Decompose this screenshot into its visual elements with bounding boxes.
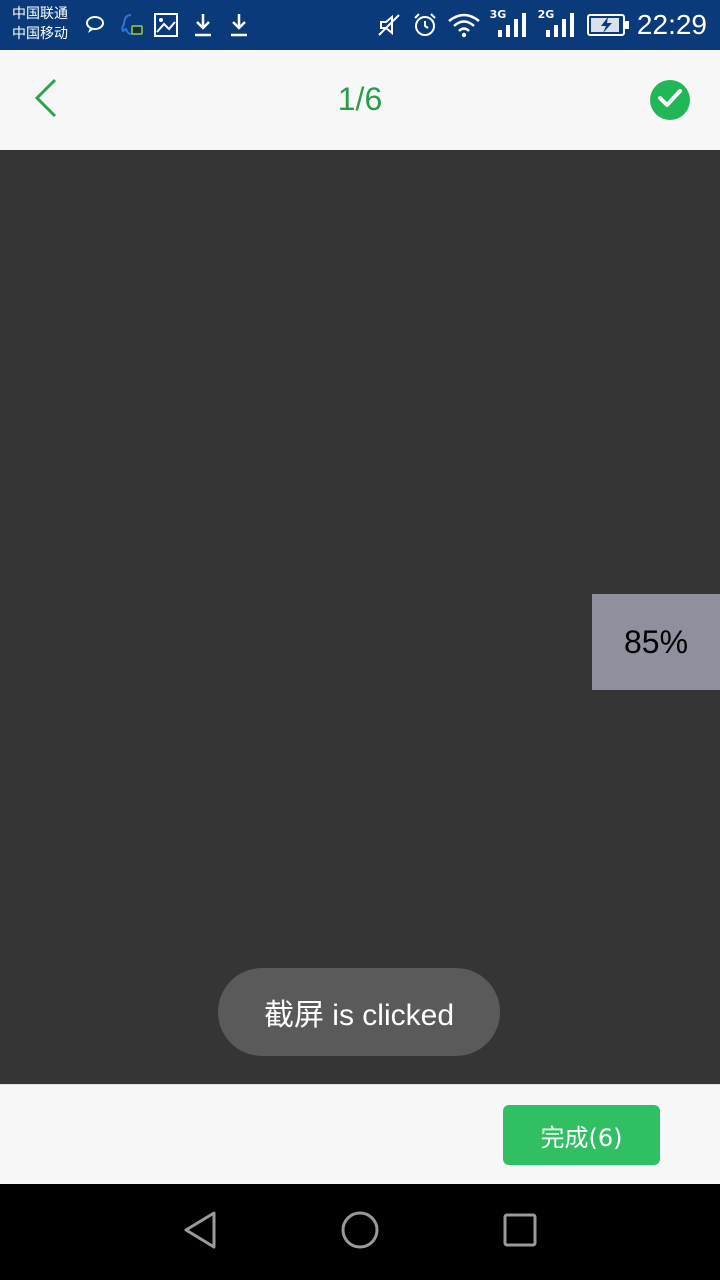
signal-icon <box>544 12 576 38</box>
signal-icon <box>496 12 528 38</box>
bottom-action-bar: 完成(6) <box>0 1084 720 1185</box>
status-bar: 中国联通 中国移动 3G 2G 22:29 <box>0 0 720 50</box>
carrier-2: 中国移动 <box>12 26 68 42</box>
system-navigation-bar <box>0 1184 720 1280</box>
zoom-percent-label: 85% <box>592 594 720 690</box>
download-icon <box>192 12 214 38</box>
nav-home-button[interactable] <box>338 1210 382 1254</box>
done-button[interactable]: 完成(6) <box>503 1105 660 1165</box>
qq-icon <box>118 12 144 38</box>
image-icon <box>153 12 179 38</box>
carrier-1: 中国联通 <box>12 6 68 22</box>
chat-bubble-icon <box>84 12 106 38</box>
nav-back-button[interactable] <box>178 1210 222 1254</box>
clock: 22:29 <box>636 9 707 40</box>
download-icon <box>228 12 250 38</box>
back-triangle-icon <box>182 1210 218 1254</box>
battery-charging-icon <box>586 12 630 38</box>
select-check-button[interactable] <box>650 80 690 120</box>
page-indicator: 1/6 <box>337 81 383 117</box>
image-preview-area[interactable]: 85% <box>0 150 720 1084</box>
home-circle-icon <box>340 1210 380 1254</box>
check-icon <box>657 87 683 113</box>
wifi-icon <box>447 12 481 38</box>
top-app-bar: 1/6 <box>0 50 720 150</box>
mute-icon <box>376 12 402 38</box>
recents-square-icon <box>502 1212 538 1252</box>
toast-message: 截屏 is clicked <box>218 968 500 1056</box>
carrier-labels: 中国联通 中国移动 <box>12 4 68 44</box>
alarm-icon <box>412 12 438 38</box>
nav-recents-button[interactable] <box>498 1210 542 1254</box>
